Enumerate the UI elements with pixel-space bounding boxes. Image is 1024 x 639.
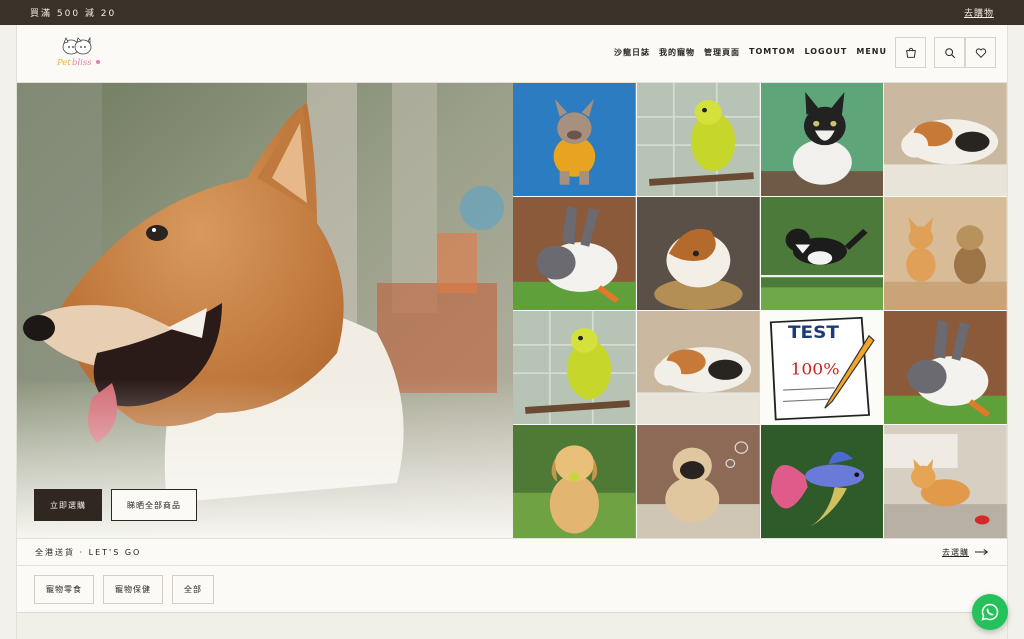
- promo-shop-link[interactable]: 去購物: [964, 6, 994, 19]
- search-icon: [944, 47, 955, 58]
- tile-golden-retriever[interactable]: [513, 425, 636, 538]
- tile-rabbit-2[interactable]: [884, 311, 1007, 424]
- main-frame: Pet bliss 沙龍日誌 我的寵物 管理頁面 TOMTOM LOGOUT M…: [16, 25, 1008, 639]
- tile-pug[interactable]: [636, 425, 760, 538]
- tile-betta-fish[interactable]: [760, 425, 884, 538]
- tile-budgie-1[interactable]: [636, 83, 760, 196]
- tile-border-collie[interactable]: [760, 197, 884, 310]
- heart-icon: [975, 47, 986, 58]
- promo-text: 買滿 500 減 20: [30, 9, 117, 19]
- tile-rabbit-1[interactable]: [513, 197, 636, 310]
- nav-admin-page[interactable]: 管理頁面: [704, 47, 740, 58]
- tile-calico-cat-2[interactable]: [636, 311, 760, 424]
- shop-now-button[interactable]: 立即選購: [34, 489, 102, 521]
- view-all-products-button[interactable]: 睇晒全部商品: [111, 489, 197, 521]
- shipping-text: 全港送貨 · LET'S GO: [35, 547, 142, 557]
- go-shopping-label: 去選購: [942, 547, 969, 557]
- tile-orange-kitten[interactable]: [884, 425, 1007, 538]
- tile-budgie-2[interactable]: [513, 311, 636, 424]
- tile-test-100-paper[interactable]: TEST 100%: [760, 311, 884, 424]
- nav-logout[interactable]: LOGOUT: [804, 47, 847, 58]
- svg-text:100%: 100%: [790, 360, 839, 378]
- main-nav: 沙龍日誌 我的寵物 管理頁面 TOMTOM LOGOUT MENU: [614, 47, 887, 58]
- tile-french-bulldog[interactable]: [513, 83, 636, 196]
- promo-bar: 買滿 500 減 20 去購物: [0, 0, 1024, 25]
- category-filters: 寵物零食 寵物保健 全部: [34, 575, 214, 604]
- tile-corgi-yorkie[interactable]: [884, 197, 1007, 310]
- tile-tuxedo-cat[interactable]: [760, 83, 884, 196]
- tile-calico-cat-1[interactable]: [884, 83, 1007, 196]
- petbliss-logo-icon[interactable]: Pet bliss: [55, 35, 107, 71]
- cart-icon: [905, 47, 916, 58]
- nav-salon-diary[interactable]: 沙龍日誌: [614, 47, 650, 58]
- nav-my-pets[interactable]: 我的寵物: [659, 47, 695, 58]
- hero-cta-group: 立即選購 睇晒全部商品: [34, 489, 197, 521]
- bottom-section: [17, 612, 1007, 639]
- pet-image-grid: TEST 100%: [513, 83, 1007, 538]
- cart-button[interactable]: [895, 37, 926, 68]
- shipping-strip: 全港送貨 · LET'S GO 去選購: [17, 538, 1007, 566]
- hero-collie-image: [17, 83, 513, 538]
- tile-guinea-pig[interactable]: [636, 197, 760, 310]
- svg-text:bliss: bliss: [72, 58, 92, 68]
- nav-user-tomtom[interactable]: TOMTOM: [749, 47, 795, 58]
- category-pet-health[interactable]: 寵物保健: [103, 575, 163, 604]
- nav-menu[interactable]: MENU: [856, 47, 887, 58]
- svg-text:Pet: Pet: [56, 58, 71, 68]
- hero-banner: 立即選購 睇晒全部商品: [17, 83, 513, 538]
- category-all[interactable]: 全部: [172, 575, 214, 604]
- search-button[interactable]: [934, 37, 965, 68]
- wishlist-button[interactable]: [965, 37, 996, 68]
- category-pet-snacks[interactable]: 寵物零食: [34, 575, 94, 604]
- arrow-right-icon: [975, 548, 989, 556]
- page: 買滿 500 減 20 去購物 Pet bliss 沙龍日誌 我的寵物 管理頁面…: [0, 0, 1024, 639]
- svg-text:TEST: TEST: [788, 324, 839, 343]
- whatsapp-button[interactable]: [972, 594, 1008, 630]
- go-shopping-link[interactable]: 去選購: [942, 547, 989, 558]
- whatsapp-icon: [981, 603, 999, 621]
- header: Pet bliss 沙龍日誌 我的寵物 管理頁面 TOMTOM LOGOUT M…: [17, 25, 1007, 83]
